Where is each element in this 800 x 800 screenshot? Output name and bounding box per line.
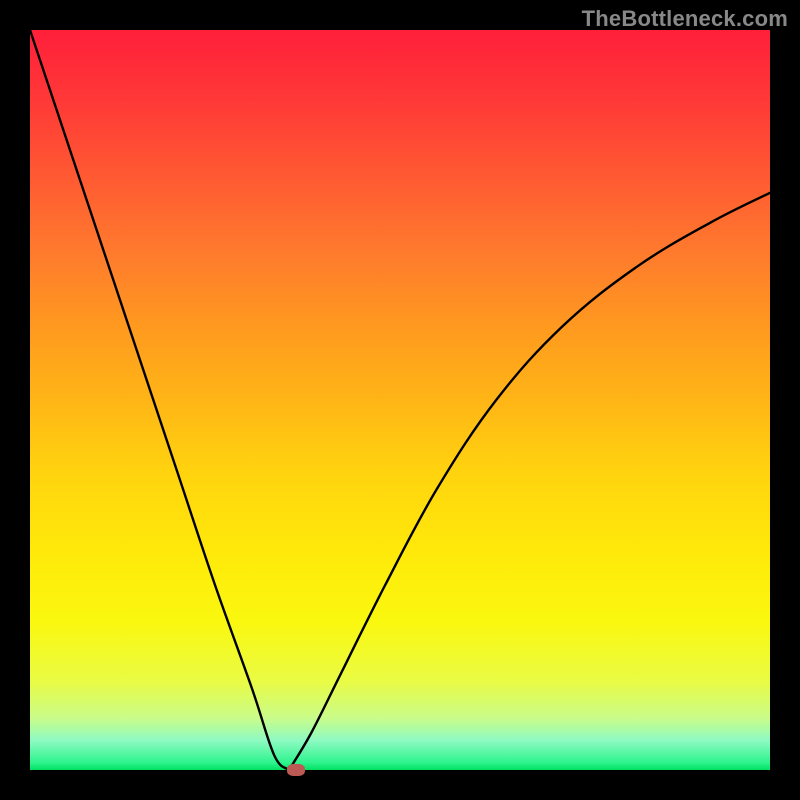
plot-area: [30, 30, 770, 770]
curve-path: [30, 30, 770, 770]
min-marker: [287, 764, 305, 776]
bottleneck-curve: [30, 30, 770, 770]
watermark-text: TheBottleneck.com: [582, 6, 788, 32]
chart-frame: TheBottleneck.com: [0, 0, 800, 800]
